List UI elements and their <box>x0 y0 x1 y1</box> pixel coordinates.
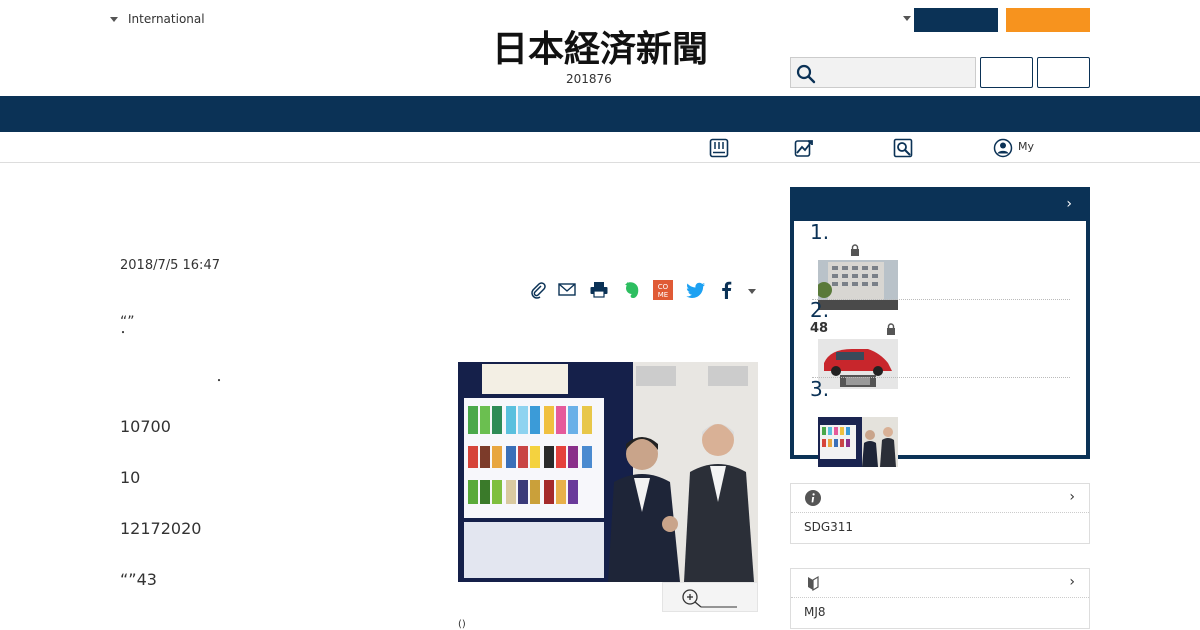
edition-selector[interactable]: International <box>110 12 205 26</box>
photo-caption: () <box>458 619 466 630</box>
ranking-header[interactable]: › <box>790 187 1090 221</box>
info-box-header[interactable]: › <box>791 484 1089 513</box>
share-toolbar: CO ME <box>528 280 760 304</box>
article-paragraph: 12172020 <box>120 519 202 538</box>
car-photo <box>818 339 898 389</box>
search-icon <box>796 64 816 84</box>
ranking-thumbnail[interactable] <box>818 260 898 310</box>
ranking-thumbnail[interactable] <box>818 339 898 389</box>
evernote-icon[interactable] <box>622 280 642 300</box>
info-box[interactable]: › SDG311 <box>790 483 1090 544</box>
chevron-right-icon: › <box>1069 574 1075 590</box>
lock-icon <box>851 244 859 256</box>
building-photo <box>818 260 898 310</box>
caret-down-icon[interactable] <box>903 16 911 21</box>
bullet-dot: ・ <box>214 376 224 387</box>
ranking-number: 2. <box>810 298 830 322</box>
register-button[interactable] <box>1037 57 1090 88</box>
ranking-number: 1. <box>810 220 830 244</box>
facebook-icon[interactable] <box>717 280 737 300</box>
svg-text:CO: CO <box>658 283 669 291</box>
zoom-in-icon <box>682 589 737 608</box>
svg-text:ME: ME <box>658 291 668 299</box>
nikkei-logo[interactable]: 日本経済新聞 <box>452 28 748 68</box>
article-photo[interactable] <box>458 362 758 582</box>
photo-vending-machine-handshake <box>458 362 758 582</box>
ranking-number: 3. <box>810 377 830 401</box>
article-paragraph: 10 <box>120 468 141 487</box>
come-icon[interactable]: CO ME <box>653 280 673 300</box>
chevron-right-icon: › <box>1066 196 1072 212</box>
caret-down-icon <box>110 16 118 22</box>
article-date: 2018/7/5 16:47 <box>120 258 220 273</box>
user-icon[interactable] <box>993 138 1013 158</box>
ranking-separator <box>812 299 1070 300</box>
issue-date: 201876 <box>566 72 612 86</box>
beginner-box[interactable]: › MJ8 <box>790 568 1090 629</box>
chart-icon[interactable] <box>794 138 814 158</box>
my-page-link[interactable]: My <box>1018 140 1034 153</box>
search-input[interactable] <box>819 60 971 85</box>
clip-icon[interactable] <box>528 280 548 300</box>
ranking-separator <box>812 377 1070 378</box>
beginner-box-text: MJ8 <box>804 605 826 619</box>
chevron-right-icon: › <box>1069 489 1075 505</box>
site-header: International 日本経済新聞 201876 <box>0 0 1200 96</box>
svg-text:日本経済新聞: 日本経済新聞 <box>492 28 708 68</box>
search-box[interactable] <box>790 57 976 88</box>
subscribe-button[interactable] <box>914 8 998 32</box>
edition-label: International <box>128 12 205 26</box>
ranking-thumbnail[interactable] <box>818 417 898 467</box>
lock-icon <box>887 323 895 335</box>
newspaper-icon[interactable] <box>709 138 729 158</box>
beginner-mark-icon <box>808 575 819 591</box>
info-icon <box>805 490 821 506</box>
photo-zoom-button[interactable] <box>662 582 758 612</box>
login-button[interactable] <box>980 57 1033 88</box>
trial-button[interactable] <box>1006 8 1090 32</box>
bullet-dot: ・ <box>118 328 128 339</box>
beginner-box-header[interactable]: › <box>791 569 1089 598</box>
main-nav-bar[interactable] <box>0 96 1200 132</box>
twitter-icon[interactable] <box>686 280 706 300</box>
info-box-text: SDG311 <box>804 520 854 534</box>
vending-machine-photo <box>818 417 898 467</box>
search-page-icon[interactable] <box>893 138 913 158</box>
article-paragraph: 10700 <box>120 417 171 436</box>
article-paragraph: “”43 <box>120 570 157 589</box>
print-icon[interactable] <box>589 280 609 300</box>
ranking-extra: 48 <box>810 321 829 336</box>
mail-icon[interactable] <box>557 280 577 300</box>
caret-down-icon[interactable] <box>748 289 756 294</box>
